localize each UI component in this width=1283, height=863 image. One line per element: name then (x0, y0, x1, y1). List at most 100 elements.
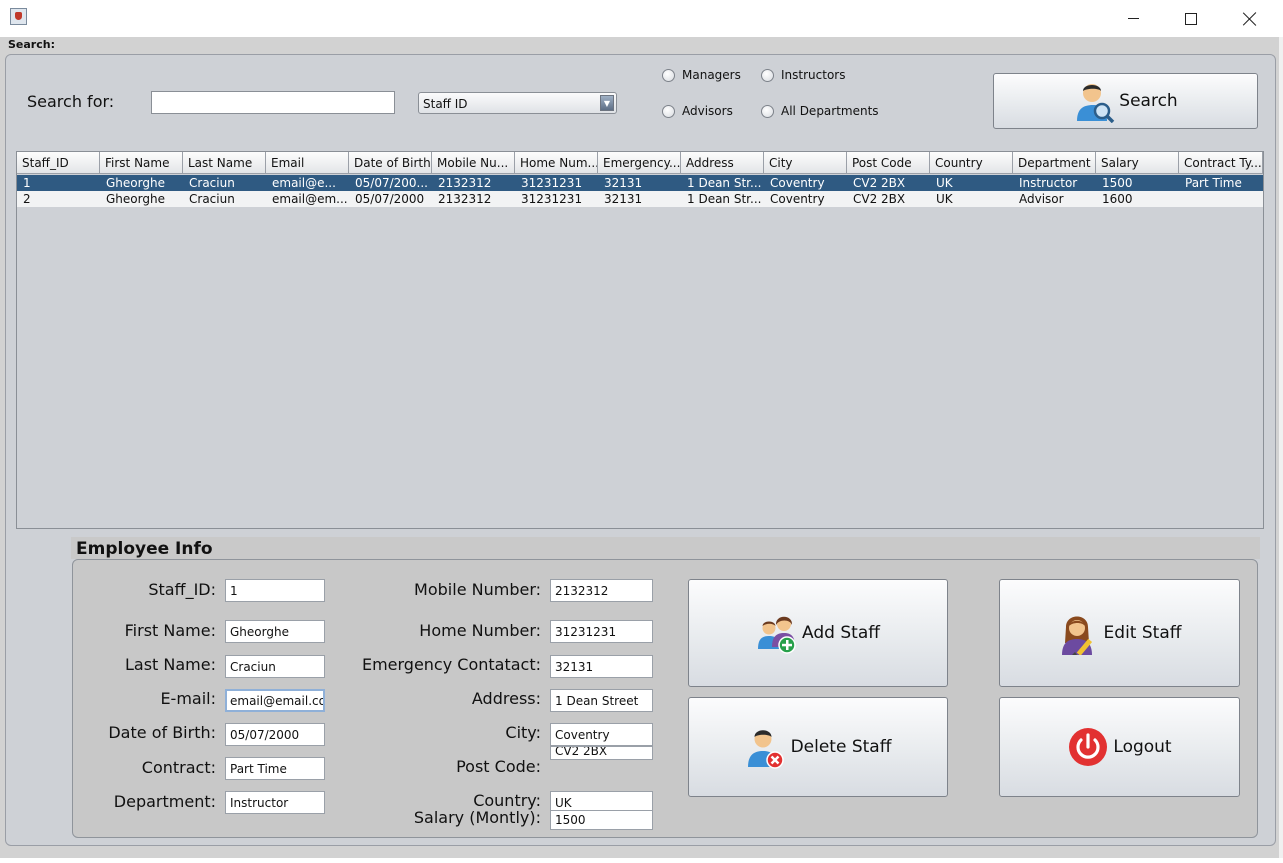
label-first-name: First Name: (124, 621, 216, 640)
field-last-name[interactable]: Craciun (225, 655, 325, 678)
table-cell: 05/07/200... (355, 176, 428, 190)
label-last-name: Last Name: (124, 655, 216, 674)
label-home: Home Number: (419, 621, 541, 640)
table-cell: 1 (23, 176, 31, 190)
column-header[interactable]: City (764, 152, 847, 174)
person-delete-icon (747, 730, 784, 769)
column-header[interactable]: Last Name (183, 152, 266, 174)
radio-advisors[interactable]: Advisors (662, 104, 733, 118)
table-cell: 31231231 (521, 176, 583, 190)
table-cell (1179, 191, 1263, 207)
title-bar (0, 0, 1283, 37)
field-emergency[interactable]: 32131 (550, 655, 653, 678)
minimize-icon (1127, 18, 1139, 19)
chevron-down-icon[interactable]: ▼ (600, 95, 614, 111)
column-header[interactable]: Post Code (847, 152, 930, 174)
column-header[interactable]: Date of Birth (349, 152, 432, 174)
label-contract: Contract: (141, 758, 216, 777)
table-cell: CV2 2BX (853, 192, 906, 206)
table-cell: 31231231 (521, 192, 583, 206)
column-header[interactable]: Email (266, 152, 349, 174)
table-cell: 1 Dean Str... (687, 192, 762, 206)
delete-staff-button[interactable]: Delete Staff (688, 697, 948, 797)
table-cell: UK (936, 176, 953, 190)
edit-staff-label: Edit Staff (1103, 623, 1182, 643)
field-address[interactable]: 1 Dean Street (550, 689, 653, 712)
woman-pencil-icon (1061, 616, 1092, 655)
staff-table[interactable]: Staff_ID First Name Last Name Email Date of … (16, 151, 1264, 529)
label-city: City: (505, 723, 541, 742)
close-icon (1243, 12, 1257, 26)
field-post-code[interactable]: CV2 2BX (550, 746, 653, 760)
field-salary[interactable]: 1500 (550, 810, 653, 830)
people-add-icon (758, 616, 796, 654)
label-salary: Salary (Montly): (413, 808, 541, 827)
table-cell: Coventry (770, 176, 825, 190)
table-cell: 1500 (1102, 176, 1133, 190)
power-icon (1069, 728, 1108, 766)
field-dob[interactable]: 05/07/2000 (225, 723, 325, 746)
column-header[interactable]: Home Num... (515, 152, 598, 174)
column-header[interactable]: Mobile Nu... (432, 152, 515, 174)
table-cell: 05/07/2000 (355, 192, 425, 206)
table-row[interactable]: 1 Gheorghe Craciun email@e... 05/07/200...… (17, 175, 1263, 191)
label-dob: Date of Birth: (108, 723, 216, 742)
label-staff-id: Staff_ID: (148, 580, 216, 599)
field-mobile[interactable]: 2132312 (550, 579, 653, 602)
table-cell: Gheorghe (106, 192, 165, 206)
radio-circle-icon (761, 104, 774, 118)
search-field-combo[interactable]: Staff ID ▼ (418, 92, 617, 114)
column-header[interactable]: Salary (1096, 152, 1179, 174)
column-header[interactable]: Address (681, 152, 764, 174)
search-input[interactable] (151, 91, 395, 114)
table-row[interactable]: 2 Gheorghe Craciun email@em... 05/07/2000 213… (17, 191, 1263, 207)
column-header[interactable]: First Name (100, 152, 183, 174)
table-cell: Instructor (1019, 176, 1078, 190)
search-caption: Search: (8, 38, 55, 51)
search-button[interactable]: Search (993, 73, 1258, 129)
maximize-button[interactable] (1162, 0, 1220, 37)
label-mobile: Mobile Number: (414, 580, 541, 599)
table-body: 1 Gheorghe Craciun email@e... 05/07/200...… (17, 175, 1263, 207)
edit-staff-button[interactable]: Edit Staff (999, 579, 1240, 687)
column-header[interactable]: Country (930, 152, 1013, 174)
field-first-name[interactable]: Gheorghe (225, 620, 325, 643)
field-home[interactable]: 31231231 (550, 620, 653, 643)
table-cell: Part Time (1185, 176, 1242, 190)
table-cell: 1600 (1102, 192, 1133, 206)
minimize-button[interactable] (1104, 0, 1162, 37)
field-contract[interactable]: Part Time (225, 757, 325, 780)
field-email[interactable]: email@email.com (225, 689, 325, 712)
field-department[interactable]: Instructor (225, 791, 325, 814)
radio-circle-icon (662, 68, 675, 82)
label-post-code: Post Code: (456, 757, 541, 776)
column-header[interactable]: Contract Ty... (1179, 152, 1263, 174)
column-header[interactable]: Staff_ID (17, 152, 100, 174)
radio-instructors-label: Instructors (781, 68, 846, 82)
radio-managers[interactable]: Managers (662, 68, 741, 82)
radio-instructors[interactable]: Instructors (761, 68, 845, 82)
field-staff-id[interactable]: 1 (225, 579, 325, 602)
employee-info-strip (71, 537, 1260, 559)
table-cell: Craciun (189, 176, 235, 190)
java-coffee-cup-icon (10, 8, 27, 25)
table-cell: CV2 2BX (853, 176, 906, 190)
label-emergency: Emergency Contatact: (361, 655, 541, 674)
logout-button[interactable]: Logout (999, 697, 1240, 797)
label-department: Department: (113, 792, 216, 811)
radio-all-departments[interactable]: All Departments (761, 104, 879, 118)
column-header[interactable]: Emergency... (598, 152, 681, 174)
add-staff-button[interactable]: Add Staff (688, 579, 948, 687)
close-button[interactable] (1221, 0, 1279, 37)
search-button-label: Search (1119, 91, 1178, 111)
table-cell: 2132312 (438, 176, 492, 190)
label-address: Address: (471, 689, 541, 708)
column-header[interactable]: Department (1013, 152, 1096, 174)
table-cell: Advisor (1019, 192, 1064, 206)
table-cell: Gheorghe (106, 176, 165, 190)
field-city[interactable]: Coventry (550, 723, 653, 746)
add-staff-label: Add Staff (802, 623, 880, 643)
table-cell: 32131 (604, 176, 643, 190)
table-header: Staff_ID First Name Last Name Email Date of … (17, 152, 1263, 174)
delete-staff-label: Delete Staff (790, 737, 892, 757)
